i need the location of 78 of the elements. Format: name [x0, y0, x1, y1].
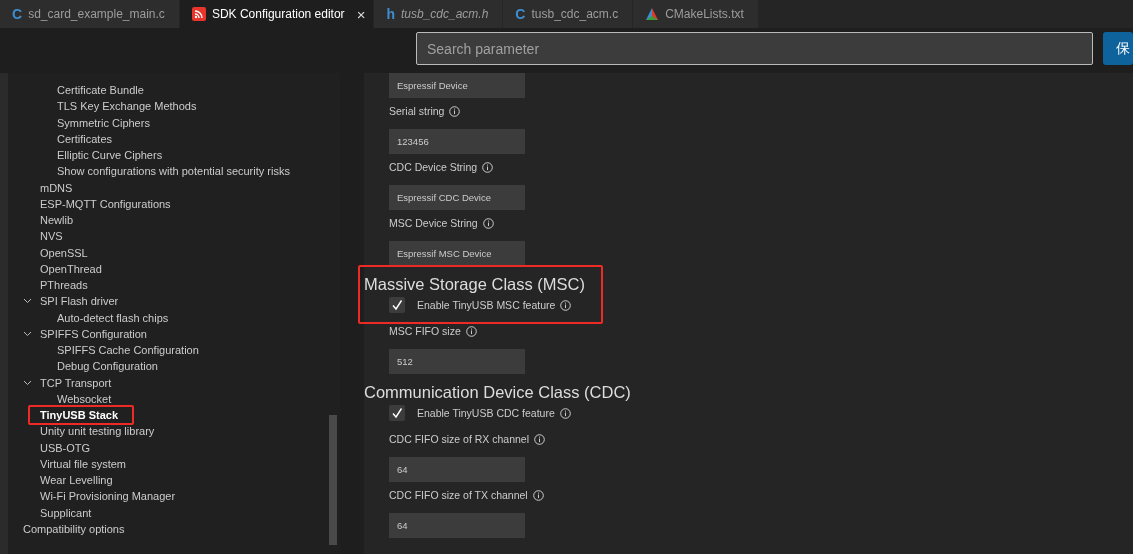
checkbox[interactable] — [389, 405, 405, 421]
tree-item[interactable]: mDNS — [40, 181, 73, 194]
tree-item[interactable]: ESP-MQTT Configurations — [40, 197, 171, 210]
text-field[interactable]: 512 — [389, 349, 525, 374]
tree-item[interactable]: Debug Configuration — [57, 360, 158, 373]
tree-item[interactable]: PThreads — [40, 279, 88, 292]
setting-label: CDC FIFO size of RX channel — [389, 433, 530, 445]
text-field[interactable]: Espressif MSC Device — [389, 241, 525, 266]
save-button[interactable]: 保 — [1103, 32, 1133, 65]
tab-label: tusb_cdc_acm.c — [531, 7, 619, 21]
checkbox-label: Enable TinyUSB MSC feature — [417, 299, 556, 311]
text-field[interactable]: Espressif Device — [389, 73, 525, 98]
tree-item[interactable]: NVS — [40, 230, 63, 243]
check-icon — [391, 407, 403, 419]
info-icon[interactable] — [560, 299, 572, 311]
close-icon[interactable]: × — [356, 5, 366, 23]
tree-item[interactable]: USB-OTG — [40, 441, 91, 454]
editor-tab[interactable]: C sd_card_example_main.c — [0, 0, 180, 28]
tree-item[interactable]: Compatibility options — [23, 522, 125, 535]
tree-item[interactable]: OpenThread — [40, 262, 102, 275]
tree-item[interactable]: SPI Flash driver — [40, 295, 119, 308]
tree-item[interactable]: TinyUSB Stack — [28, 405, 135, 426]
section-heading: Communication Device Class (CDC) — [364, 383, 631, 401]
text-field[interactable]: 64 — [389, 457, 525, 482]
tree-item[interactable]: Show configurations with potential security risks — [57, 165, 290, 178]
info-icon[interactable] — [465, 325, 477, 337]
editor-tab[interactable]: SDK Configuration editor × — [179, 0, 375, 28]
setting-label: MSC FIFO size — [389, 325, 461, 337]
info-icon[interactable] — [532, 489, 544, 501]
setting-label: CDC Device String — [389, 161, 478, 173]
chevron-down-icon[interactable] — [23, 379, 32, 386]
setting-label: CDC FIFO size of TX channel — [389, 489, 528, 501]
tree-item[interactable]: TLS Key Exchange Methods — [57, 100, 197, 113]
checkbox-label: Enable TinyUSB CDC feature — [417, 407, 555, 419]
editor-tab[interactable]: C tusb_cdc_acm.c — [503, 0, 634, 28]
tree-item[interactable]: TCP Transport — [40, 376, 112, 389]
tab-label: sd_card_example_main.c — [28, 7, 165, 21]
header-file-icon: h — [386, 6, 395, 22]
tree-item[interactable]: OpenSSL — [40, 246, 88, 259]
check-icon — [391, 299, 403, 311]
tree-item[interactable]: Elliptic Curve Ciphers — [57, 149, 163, 162]
setting-label: Serial string — [389, 105, 445, 117]
text-field[interactable]: 123456 — [389, 129, 525, 154]
info-icon[interactable] — [534, 433, 546, 445]
c-file-icon: C — [515, 6, 526, 22]
scrollbar[interactable] — [329, 415, 337, 545]
tree-item[interactable]: Wi-Fi Provisioning Manager — [40, 490, 176, 503]
chevron-down-icon[interactable] — [23, 330, 32, 337]
tree-item[interactable]: Certificates — [57, 132, 113, 145]
checkbox[interactable] — [389, 297, 405, 313]
tree-item[interactable]: Symmetric Ciphers — [57, 116, 150, 129]
info-icon[interactable] — [559, 407, 571, 419]
tree-item[interactable]: Certificate Bundle — [57, 84, 144, 97]
tree-item[interactable]: Wear Levelling — [40, 474, 113, 487]
tree-item[interactable]: Virtual file system — [40, 457, 126, 470]
info-icon[interactable] — [482, 217, 494, 229]
chevron-down-icon[interactable] — [23, 298, 32, 305]
search-field[interactable]: Search parameter — [416, 32, 1093, 65]
setting-label: MSC Device String — [389, 217, 478, 229]
tree-item[interactable]: Websocket — [57, 392, 112, 405]
text-field[interactable]: Espressif CDC Device — [389, 185, 525, 210]
c-file-icon: C — [12, 6, 23, 22]
text-field[interactable]: 64 — [389, 513, 525, 538]
tab-label: tusb_cdc_acm.h — [400, 7, 489, 21]
tree-item[interactable]: SPIFFS Configuration — [40, 327, 147, 340]
info-icon[interactable] — [482, 161, 494, 173]
editor-tab[interactable]: CMakeLists.txt — [633, 0, 759, 28]
tree-item[interactable]: Unity unit testing library — [40, 425, 155, 438]
tab-label: CMakeLists.txt — [665, 7, 744, 21]
editor-tab[interactable]: h tusb_cdc_acm.h — [374, 0, 504, 28]
tree-item[interactable]: SPIFFS Cache Configuration — [57, 344, 199, 357]
tree-item[interactable]: Newlib — [40, 214, 73, 227]
info-icon[interactable] — [449, 105, 461, 117]
tree-item[interactable]: Auto-detect flash chips — [57, 311, 169, 324]
triangle-icon — [645, 7, 660, 21]
tree-item[interactable]: Supplicant — [40, 506, 92, 519]
section-heading: Massive Storage Class (MSC) — [364, 275, 585, 293]
tab-label: SDK Configuration editor — [211, 7, 345, 21]
